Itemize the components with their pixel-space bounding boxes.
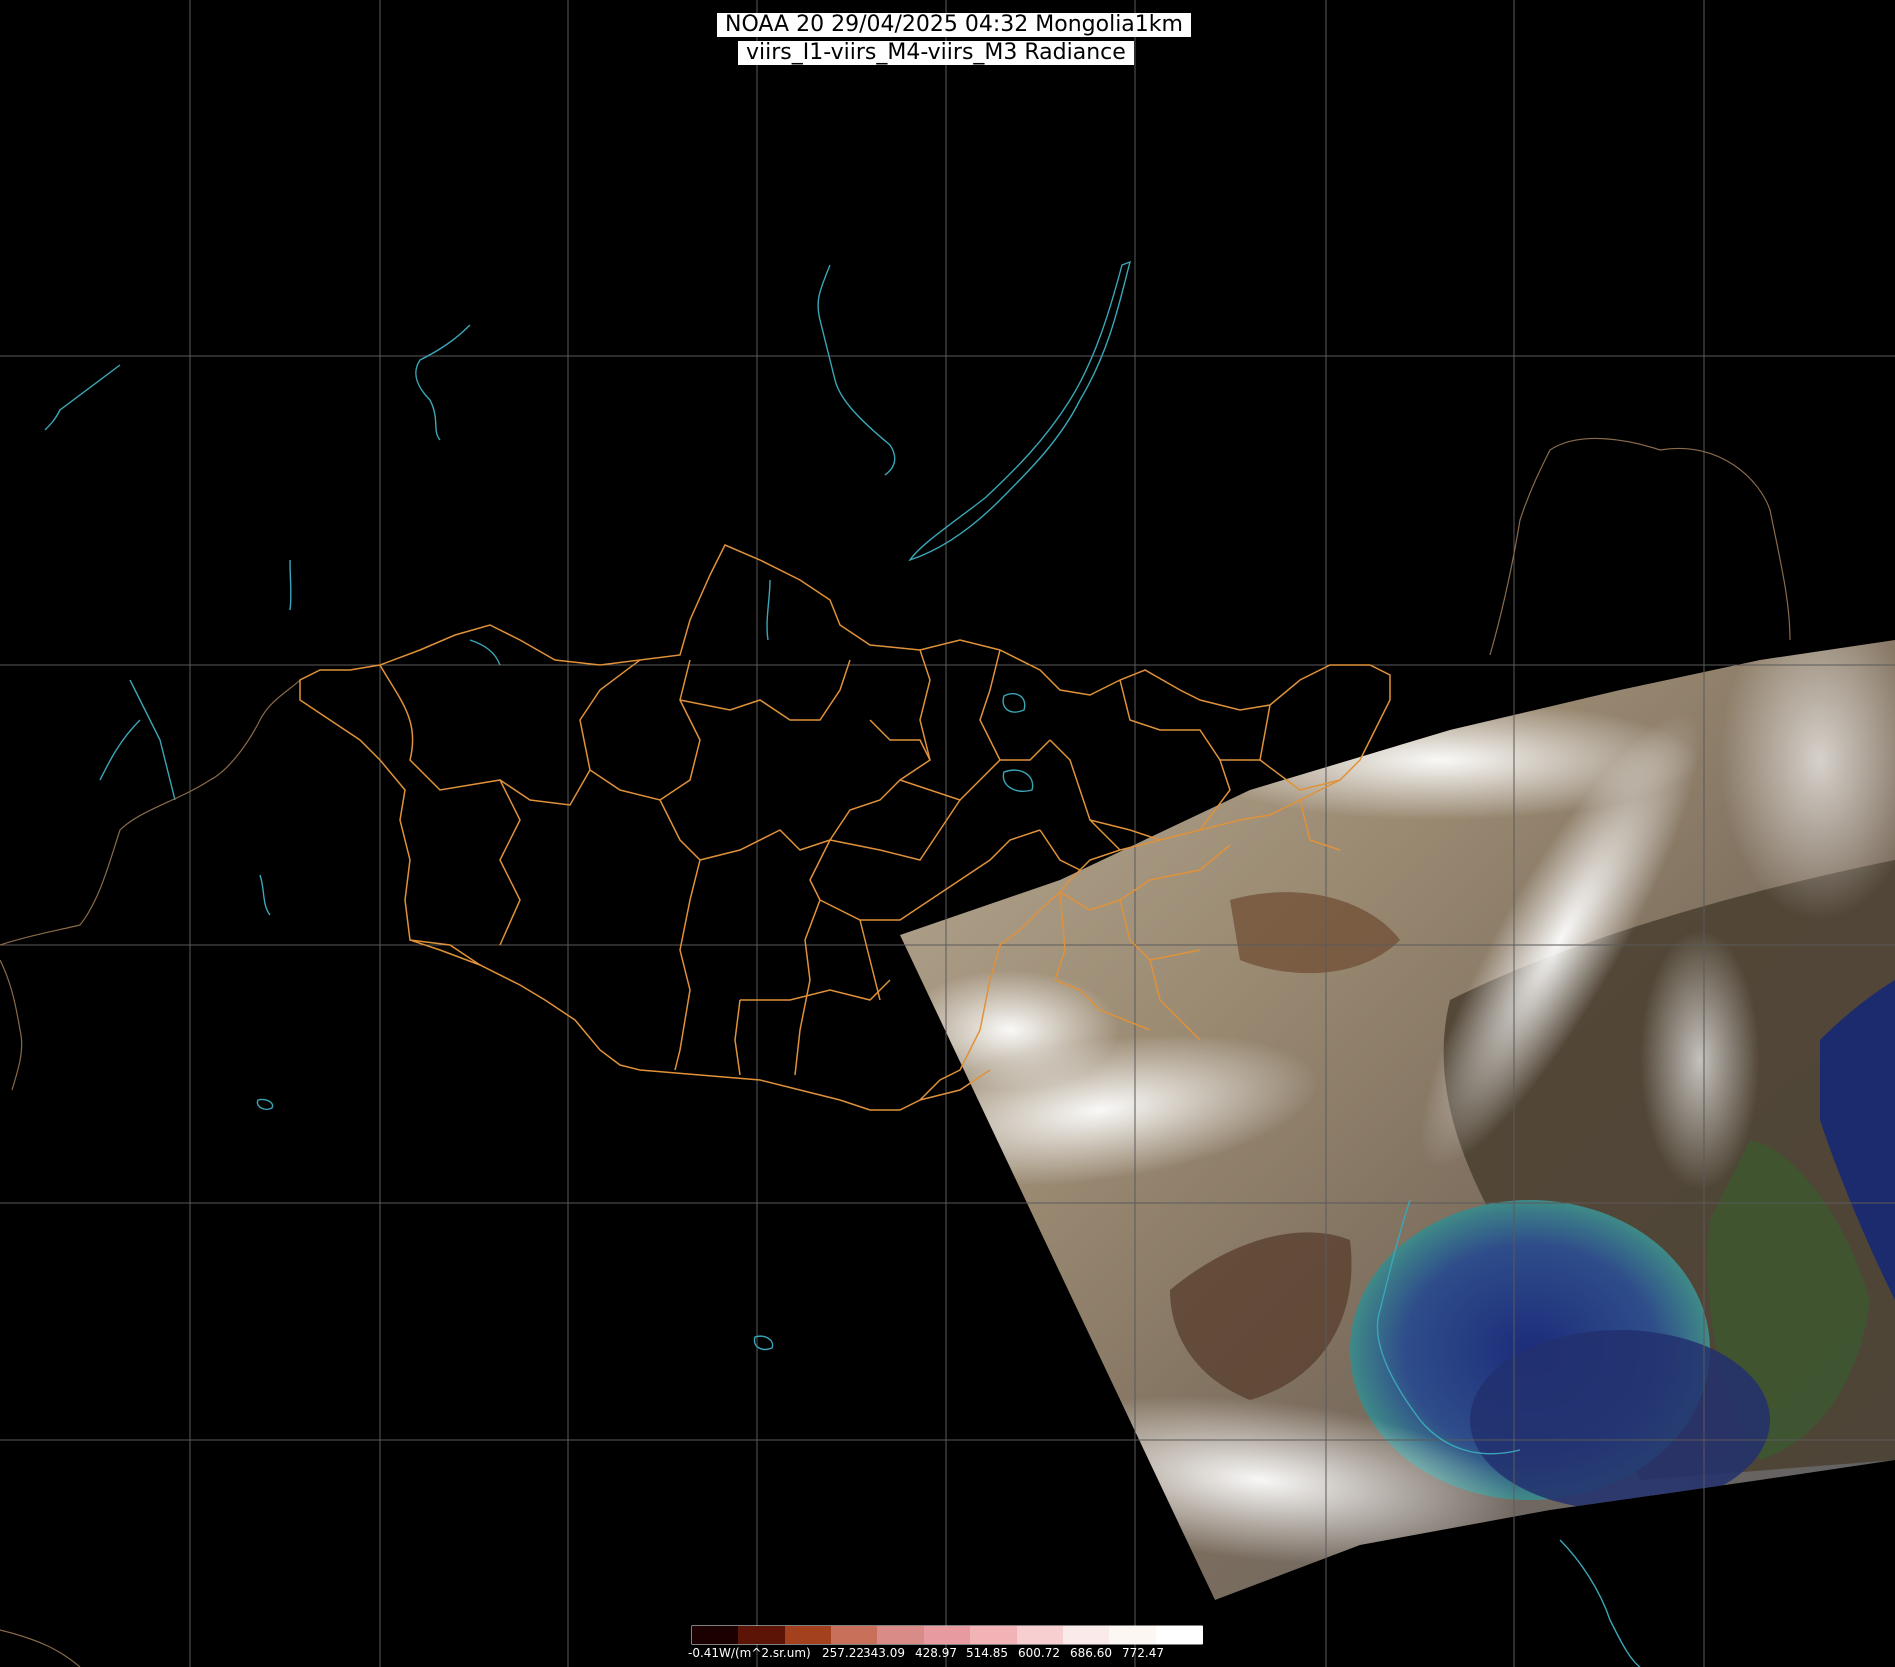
colorbar-swatch bbox=[1109, 1626, 1157, 1644]
colorbar-label-3: 428.97 bbox=[915, 1646, 957, 1660]
colorbar-label-5: 600.72 bbox=[1018, 1646, 1060, 1660]
colorbar-label-1: 257.22 bbox=[822, 1646, 864, 1660]
colorbar-swatch bbox=[923, 1626, 971, 1644]
colorbar-swatch bbox=[970, 1626, 1018, 1644]
colorbar-label-2: 343.09 bbox=[863, 1646, 905, 1660]
map-title-line2: viirs_I1-viirs_M4-viirs_M3 Radiance bbox=[738, 41, 1134, 65]
colorbar-label-0: -0.41W/(m^2.sr.um) bbox=[688, 1646, 811, 1660]
colorbar-label-7: 772.47 bbox=[1122, 1646, 1164, 1660]
map-title-line1: NOAA 20 29/04/2025 04:32 Mongolia1km bbox=[717, 13, 1191, 37]
colorbar-swatch bbox=[1016, 1626, 1064, 1644]
colorbar-label-4: 514.85 bbox=[966, 1646, 1008, 1660]
colorbar-swatch bbox=[692, 1626, 739, 1644]
colorbar-swatch bbox=[831, 1626, 879, 1644]
colorbar-swatch bbox=[877, 1626, 925, 1644]
colorbar-swatch bbox=[784, 1626, 832, 1644]
colorbar-label-6: 686.60 bbox=[1070, 1646, 1112, 1660]
map-canvas bbox=[0, 0, 1895, 1667]
colorbar-swatch bbox=[1155, 1626, 1203, 1644]
colorbar-swatch bbox=[1062, 1626, 1110, 1644]
satellite-swath-image bbox=[900, 640, 1895, 1600]
colorbar-swatch bbox=[738, 1626, 786, 1644]
